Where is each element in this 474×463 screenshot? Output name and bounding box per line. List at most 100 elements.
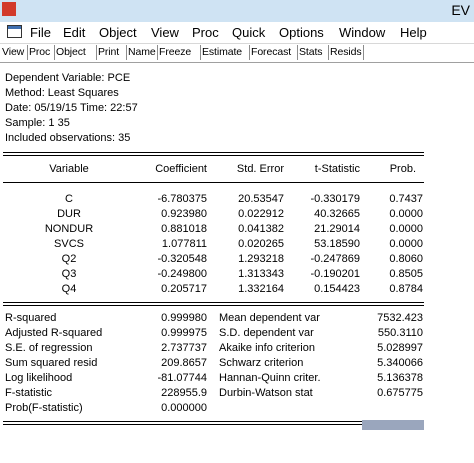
dependent-variable-label: Dependent Variable: PCE bbox=[5, 72, 131, 84]
menu-object[interactable]: Object bbox=[99, 25, 137, 40]
toolbar-print-button[interactable]: Print bbox=[96, 45, 120, 60]
header-rule bbox=[3, 182, 424, 183]
cell-coefficient: -0.249800 bbox=[157, 268, 207, 280]
cell-coefficient: 0.205717 bbox=[161, 283, 207, 295]
toolbar-proc-button[interactable]: Proc bbox=[27, 45, 51, 60]
stat-value: 7532.423 bbox=[377, 312, 423, 324]
toolbar-forecast-button[interactable]: Forecast bbox=[249, 45, 292, 60]
body-bottom-rule bbox=[3, 302, 424, 303]
cell-coefficient: 0.881018 bbox=[161, 223, 207, 235]
stat-value: -81.07744 bbox=[157, 372, 207, 384]
cell-variable: SVCS bbox=[54, 238, 84, 250]
toolbar-name-button[interactable]: Name bbox=[126, 45, 157, 60]
stat-value: 228955.9 bbox=[161, 387, 207, 399]
stat-label: Prob(F-statistic) bbox=[5, 402, 83, 414]
cell-coefficient: -0.320548 bbox=[157, 253, 207, 265]
cell-t-statistic: 53.18590 bbox=[314, 238, 360, 250]
app-title-bar: EV bbox=[0, 0, 474, 22]
cell-t-statistic: 40.32665 bbox=[314, 208, 360, 220]
stat-label: Schwarz criterion bbox=[219, 357, 304, 369]
body-bottom-rule-2 bbox=[3, 305, 424, 306]
cell-prob: 0.0000 bbox=[389, 208, 423, 220]
table-bottom-rule bbox=[3, 421, 424, 422]
cell-prob: 0.8505 bbox=[389, 268, 423, 280]
observations-label: Included observations: 35 bbox=[5, 132, 131, 144]
cell-std-error: 1.313343 bbox=[238, 268, 284, 280]
cell-variable: C bbox=[65, 193, 73, 205]
stat-label: Log likelihood bbox=[5, 372, 73, 384]
cell-std-error: 1.332164 bbox=[238, 283, 284, 295]
stat-label: F-statistic bbox=[5, 387, 53, 399]
cell-prob: 0.0000 bbox=[389, 238, 423, 250]
stat-value: 550.3110 bbox=[377, 327, 423, 339]
cell-prob: 0.0000 bbox=[389, 223, 423, 235]
cell-std-error: 0.041382 bbox=[238, 223, 284, 235]
stat-label: Mean dependent var bbox=[219, 312, 320, 324]
stat-value: 5.340066 bbox=[377, 357, 423, 369]
app-logo-icon bbox=[2, 2, 16, 16]
cell-selection-highlight[interactable] bbox=[362, 420, 424, 430]
cell-std-error: 1.293218 bbox=[238, 253, 284, 265]
stat-label: Sum squared resid bbox=[5, 357, 98, 369]
cell-t-statistic: -0.330179 bbox=[310, 193, 360, 205]
toolbar-stats-button[interactable]: Stats bbox=[297, 45, 323, 60]
object-toolbar: View Proc Object Print Name Freeze Estim… bbox=[0, 43, 474, 63]
date-label: Date: 05/19/15 Time: 22:57 bbox=[5, 102, 138, 114]
stat-value: 0.000000 bbox=[161, 402, 207, 414]
cell-coefficient: 1.077811 bbox=[161, 238, 207, 250]
table-top-rule-2 bbox=[3, 155, 424, 156]
cell-t-statistic: 21.29014 bbox=[314, 223, 360, 235]
menubar: File Edit Object View Proc Quick Options… bbox=[0, 22, 474, 42]
cell-coefficient: 0.923980 bbox=[161, 208, 207, 220]
stat-label: Akaike info criterion bbox=[219, 342, 315, 354]
cell-variable: Q3 bbox=[61, 268, 77, 280]
cell-t-statistic: 0.154423 bbox=[314, 283, 360, 295]
method-label: Method: Least Squares bbox=[5, 87, 119, 99]
stat-value: 5.028997 bbox=[377, 342, 423, 354]
stat-label: S.D. dependent var bbox=[219, 327, 314, 339]
menu-edit[interactable]: Edit bbox=[63, 25, 85, 40]
stat-label: Adjusted R-squared bbox=[5, 327, 103, 339]
col-t-statistic: t-Statistic bbox=[314, 163, 360, 175]
menu-proc[interactable]: Proc bbox=[192, 25, 219, 40]
cell-t-statistic: -0.247869 bbox=[310, 253, 360, 265]
cell-std-error: 20.53547 bbox=[238, 193, 284, 205]
sample-label: Sample: 1 35 bbox=[5, 117, 70, 129]
cell-prob: 0.8784 bbox=[389, 283, 423, 295]
menu-options[interactable]: Options bbox=[279, 25, 324, 40]
menu-quick[interactable]: Quick bbox=[232, 25, 265, 40]
cell-prob: 0.8060 bbox=[389, 253, 423, 265]
stat-label: R-squared bbox=[5, 312, 57, 324]
stat-label: Hannan-Quinn criter. bbox=[219, 372, 321, 384]
cell-std-error: 0.020265 bbox=[238, 238, 284, 250]
menu-file[interactable]: File bbox=[30, 25, 51, 40]
app-title: EV bbox=[451, 2, 470, 18]
cell-variable: Q4 bbox=[61, 283, 77, 295]
col-coefficient: Coefficient bbox=[155, 163, 207, 175]
toolbar-resids-button[interactable]: Resids bbox=[328, 45, 364, 60]
cell-t-statistic: -0.190201 bbox=[310, 268, 360, 280]
cell-std-error: 0.022912 bbox=[238, 208, 284, 220]
toolbar-object-button[interactable]: Object bbox=[54, 45, 87, 60]
menu-help[interactable]: Help bbox=[400, 25, 427, 40]
stat-label: Durbin-Watson stat bbox=[219, 387, 313, 399]
table-bottom-rule-2 bbox=[3, 424, 424, 425]
stat-value: 209.8657 bbox=[161, 357, 207, 369]
cell-coefficient: -6.780375 bbox=[157, 193, 207, 205]
toolbar-estimate-button[interactable]: Estimate bbox=[200, 45, 243, 60]
stat-value: 0.999980 bbox=[161, 312, 207, 324]
stat-value: 0.675775 bbox=[377, 387, 423, 399]
cell-variable: Q2 bbox=[61, 253, 77, 265]
toolbar-freeze-button[interactable]: Freeze bbox=[157, 45, 192, 60]
window-icon[interactable] bbox=[7, 25, 22, 38]
stat-value: 0.999975 bbox=[161, 327, 207, 339]
menu-window[interactable]: Window bbox=[339, 25, 385, 40]
stat-value: 5.136378 bbox=[377, 372, 423, 384]
cell-prob: 0.7437 bbox=[389, 193, 423, 205]
toolbar-view-button[interactable]: View bbox=[1, 45, 25, 60]
menu-view[interactable]: View bbox=[151, 25, 179, 40]
col-prob: Prob. bbox=[389, 163, 416, 175]
col-std-error: Std. Error bbox=[236, 163, 284, 175]
col-variable: Variable bbox=[49, 163, 89, 175]
table-top-rule bbox=[3, 152, 424, 153]
